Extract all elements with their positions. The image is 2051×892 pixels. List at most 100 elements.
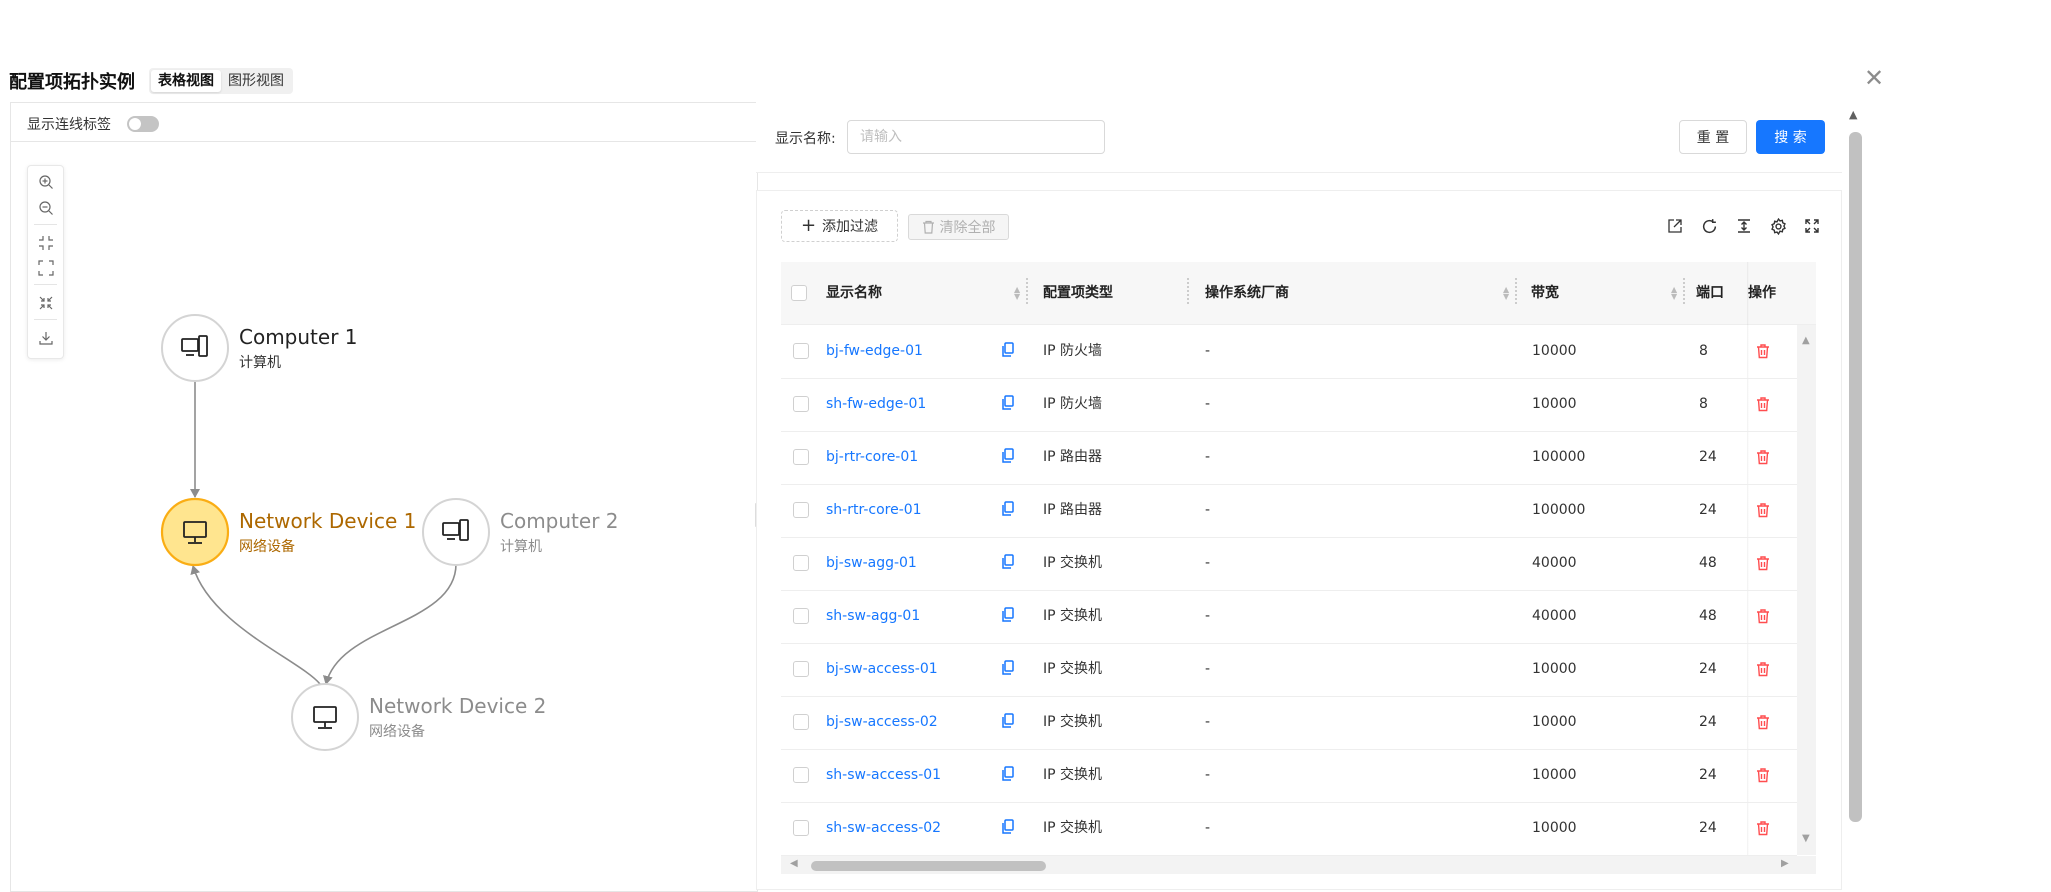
column-height-icon[interactable] [1734,216,1754,236]
table-row: bj-sw-access-02 IP 交换机 - 10000 24 [781,696,1797,750]
row-os-vendor: - [1205,714,1211,730]
copy-icon[interactable] [1001,660,1015,676]
page-scroll-up-icon[interactable]: ▲ [1849,108,1857,121]
scroll-up-arrow-icon[interactable]: ▲ [1802,335,1810,346]
close-icon[interactable]: ✕ [1864,66,1884,90]
column-header-os-vendor: 操作系统厂商 [1205,285,1289,301]
graph-node-network-device-2[interactable]: Network Device 2 网络设备 [291,683,546,751]
row-checkbox[interactable] [793,502,809,518]
node-type: 计算机 [500,539,542,555]
delete-icon[interactable] [1756,502,1770,518]
delete-icon[interactable] [1756,555,1770,571]
table-horizontal-scrollbar[interactable]: ◀ ▶ [781,856,1816,874]
row-name-link[interactable]: sh-fw-edge-01 [826,378,926,431]
table-vertical-scrollbar[interactable]: ▲ ▼ [1797,325,1816,855]
scroll-down-arrow-icon[interactable]: ▼ [1802,833,1810,844]
copy-icon[interactable] [1001,713,1015,729]
row-name-link[interactable]: sh-rtr-core-01 [826,484,922,537]
sort-icon[interactable]: ▲ ▼ [1014,286,1020,301]
refresh-icon[interactable] [1699,216,1719,236]
row-port: 8 [1699,343,1708,359]
display-name-input[interactable] [847,120,1105,154]
row-ci-type: IP 交换机 [1043,714,1103,730]
copy-icon[interactable] [1001,554,1015,570]
row-checkbox[interactable] [793,714,809,730]
row-os-vendor: - [1205,820,1211,836]
row-name-link[interactable]: sh-sw-access-01 [826,749,941,802]
reset-button[interactable]: 重 置 [1679,120,1747,154]
node-label: Network Device 1 [239,509,416,533]
row-checkbox[interactable] [793,608,809,624]
horizontal-scroll-thumb[interactable] [811,861,1046,871]
table-row: sh-rtr-core-01 IP 路由器 - 100000 24 [781,484,1797,538]
row-name-link[interactable]: bj-sw-access-02 [826,696,938,749]
row-name-link[interactable]: bj-sw-access-01 [826,643,938,696]
graph-node-computer-2[interactable]: Computer 2 计算机 [422,498,619,566]
search-button[interactable]: 搜 索 [1756,120,1825,154]
copy-icon[interactable] [1001,342,1015,358]
row-bandwidth: 100000 [1532,449,1586,465]
row-port: 24 [1699,714,1717,730]
delete-icon[interactable] [1756,661,1770,677]
add-filter-button[interactable]: + 添加过滤 [781,210,898,242]
delete-icon[interactable] [1756,449,1770,465]
copy-icon[interactable] [1001,395,1015,411]
table-row: bj-sw-agg-01 IP 交换机 - 40000 48 [781,537,1797,591]
scroll-left-arrow-icon[interactable]: ◀ [790,858,798,869]
export-icon[interactable] [1665,216,1685,236]
column-resize-handle[interactable] [1681,276,1687,310]
row-checkbox[interactable] [793,661,809,677]
row-bandwidth: 10000 [1532,714,1577,730]
column-resize-handle[interactable] [1185,276,1191,310]
page-vertical-scrollbar[interactable]: ▲ [1848,108,1862,878]
row-ci-type: IP 防火墙 [1043,396,1103,412]
row-ci-type: IP 防火墙 [1043,343,1103,359]
row-name-link[interactable]: sh-sw-access-02 [826,802,941,855]
sort-icon[interactable]: ▲ ▼ [1671,286,1677,301]
fullscreen-icon[interactable] [1802,216,1822,236]
sort-icon[interactable]: ▲ ▼ [1503,286,1509,301]
row-bandwidth: 10000 [1532,396,1577,412]
row-name-link[interactable]: bj-rtr-core-01 [826,431,918,484]
row-checkbox[interactable] [793,396,809,412]
row-name-link[interactable]: sh-sw-agg-01 [826,590,920,643]
select-all-checkbox[interactable] [791,285,807,301]
row-checkbox[interactable] [793,343,809,359]
delete-icon[interactable] [1756,714,1770,730]
row-os-vendor: - [1205,608,1211,624]
row-os-vendor: - [1205,343,1211,359]
copy-icon[interactable] [1001,819,1015,835]
row-checkbox[interactable] [793,767,809,783]
column-header-name[interactable]: 显示名称 [826,262,882,324]
table-row: sh-sw-access-01 IP 交换机 - 10000 24 [781,749,1797,803]
graph-node-network-device-1[interactable]: Network Device 1 网络设备 [160,497,416,567]
clear-all-label: 清除全部 [939,220,996,236]
column-header-bandwidth[interactable]: 带宽 [1531,262,1559,324]
delete-icon[interactable] [1756,396,1770,412]
row-ci-type: IP 路由器 [1043,449,1103,465]
column-resize-handle[interactable] [1024,276,1030,310]
column-resize-handle[interactable] [1513,276,1519,310]
clear-all-button[interactable]: 清除全部 [908,214,1009,240]
settings-icon[interactable] [1768,216,1788,236]
copy-icon[interactable] [1001,607,1015,623]
delete-icon[interactable] [1756,343,1770,359]
delete-icon[interactable] [1756,608,1770,624]
graph-node-computer-1[interactable]: Computer 1 计算机 [161,314,358,382]
row-checkbox[interactable] [793,449,809,465]
copy-icon[interactable] [1001,448,1015,464]
page-scroll-thumb[interactable] [1849,132,1862,822]
row-port: 24 [1699,502,1717,518]
node-type: 网络设备 [239,538,295,555]
delete-icon[interactable] [1756,767,1770,783]
scroll-right-arrow-icon[interactable]: ▶ [1781,858,1789,869]
row-checkbox[interactable] [793,555,809,571]
row-os-vendor: - [1205,396,1211,412]
row-name-link[interactable]: bj-fw-edge-01 [826,325,923,378]
copy-icon[interactable] [1001,501,1015,517]
copy-icon[interactable] [1001,766,1015,782]
row-bandwidth: 10000 [1532,767,1577,783]
row-name-link[interactable]: bj-sw-agg-01 [826,537,917,590]
row-checkbox[interactable] [793,820,809,836]
delete-icon[interactable] [1756,820,1770,836]
